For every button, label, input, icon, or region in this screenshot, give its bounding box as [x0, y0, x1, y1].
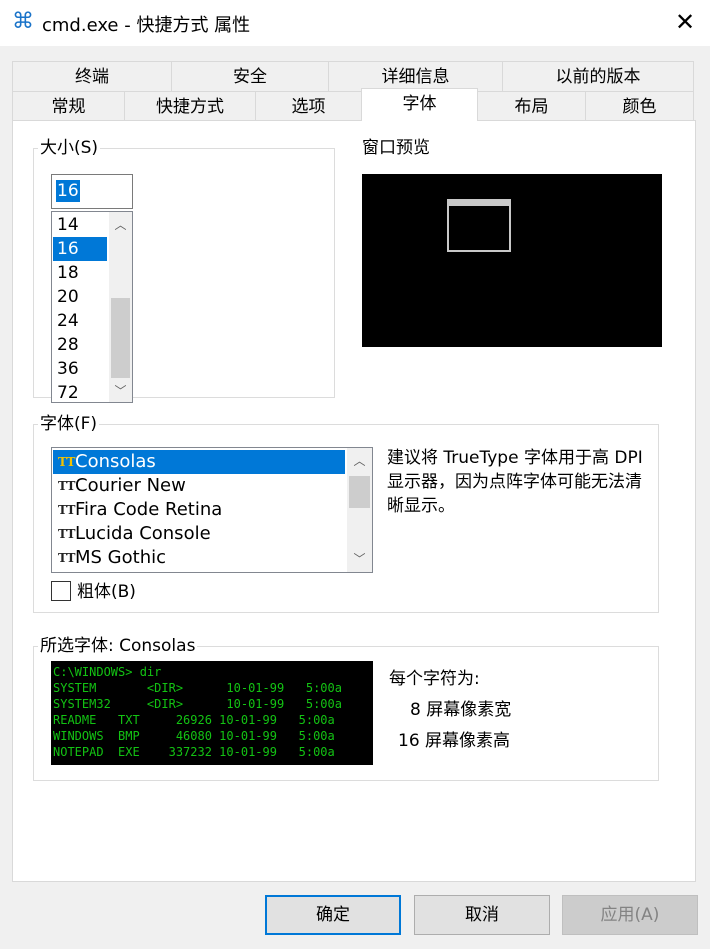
sample-line: WINDOWS BMP 46080 10-01-99 5:00a [53, 729, 335, 743]
sample-line: NOTEPAD EXE 337232 10-01-99 5:00a [53, 745, 335, 759]
chevron-up-icon[interactable]: ︿ [109, 216, 132, 234]
ok-button[interactable]: 确定 [265, 895, 401, 935]
list-item[interactable]: TT Fira Code Retina [53, 498, 345, 522]
truetype-icon: TT [58, 479, 76, 493]
sample-line: SYSTEM <DIR> 10-01-99 5:00a [53, 681, 342, 695]
list-item[interactable]: 72 [53, 381, 107, 402]
char-width: 8 屏幕像素宽 [410, 700, 512, 720]
list-item[interactable]: 24 [53, 309, 107, 333]
close-icon[interactable]: ✕ [660, 0, 710, 46]
preview-window-icon [447, 199, 511, 252]
list-item[interactable]: TT Consolas [53, 450, 345, 474]
size-input[interactable]: 16 [51, 174, 133, 209]
truetype-icon: TT [58, 527, 76, 541]
list-item[interactable]: TT Lucida Console [53, 522, 345, 546]
list-item[interactable]: 36 [53, 357, 107, 381]
size-group-label: 大小(S) [38, 138, 101, 158]
size-input-value: 16 [56, 180, 80, 202]
sample-line: README TXT 26926 10-01-99 5:00a [53, 713, 335, 727]
preview-label: 窗口预览 [362, 138, 430, 158]
window-title: cmd.exe - 快捷方式 属性 [42, 15, 251, 36]
tab-shortcut[interactable]: 快捷方式 [124, 91, 256, 121]
sample-line: C:\WINDOWS> dir [53, 665, 162, 679]
tab-previous-versions[interactable]: 以前的版本 [502, 61, 694, 91]
font-sample: C:\WINDOWS> dir SYSTEM <DIR> 10-01-99 5:0… [51, 661, 373, 765]
bold-checkbox[interactable] [51, 581, 71, 601]
truetype-icon: TT [58, 503, 76, 517]
font-item-label: Consolas [75, 451, 156, 472]
apply-button[interactable]: 应用(A) [562, 895, 698, 935]
tab-terminal[interactable]: 终端 [12, 61, 172, 91]
chevron-up-icon[interactable]: ︿ [347, 452, 372, 470]
scrollbar-thumb[interactable] [349, 476, 370, 508]
truetype-note: 建议将 TrueType 字体用于高 DPI 显示器，因为点阵字体可能无法清晰显… [387, 448, 643, 516]
size-list-scrollbar[interactable]: ︿ ﹀ [109, 212, 132, 402]
tab-details[interactable]: 详细信息 [328, 61, 503, 91]
tab-security[interactable]: 安全 [171, 61, 329, 91]
truetype-icon: TT [58, 455, 76, 469]
preview-window-titlebar [449, 201, 509, 206]
list-item[interactable]: 20 [53, 285, 107, 309]
font-list[interactable]: TT Consolas TT Courier New TT Fira Code Ret… [51, 447, 373, 573]
cancel-button[interactable]: 取消 [414, 895, 550, 935]
list-item[interactable]: 28 [53, 333, 107, 357]
selected-font-label: 所选字体: Consolas [38, 636, 198, 656]
tab-options[interactable]: 选项 [255, 91, 362, 121]
font-item-label: Fira Code Retina [75, 499, 223, 520]
tab-general[interactable]: 常规 [12, 91, 125, 121]
char-height: 16 屏幕像素高 [398, 731, 511, 751]
char-size-label: 每个字符为: [389, 669, 480, 689]
tab-colors[interactable]: 颜色 [585, 91, 694, 121]
font-item-label: MS Gothic [75, 547, 167, 568]
font-item-label: Lucida Console [75, 523, 211, 544]
size-list[interactable]: 14 16 18 20 24 28 36 72 ︿ ﹀ [51, 211, 133, 403]
tab-layout[interactable]: 布局 [477, 91, 586, 121]
sample-line: SYSTEM32 <DIR> 10-01-99 5:00a [53, 697, 342, 711]
list-item[interactable]: 18 [53, 261, 107, 285]
font-group-label: 字体(F) [38, 414, 100, 434]
truetype-icon: TT [58, 551, 76, 565]
chevron-down-icon[interactable]: ﹀ [347, 550, 372, 568]
list-item[interactable]: 16 [53, 237, 107, 261]
bold-label[interactable]: 粗体(B) [77, 581, 136, 603]
chevron-down-icon[interactable]: ﹀ [109, 382, 132, 400]
list-item[interactable]: TT MS Gothic [53, 546, 345, 570]
list-item[interactable]: TT Courier New [53, 474, 345, 498]
scrollbar-thumb[interactable] [111, 298, 130, 378]
font-list-scrollbar[interactable]: ︿ ﹀ [347, 448, 372, 572]
app-icon: ⌘ [12, 9, 34, 34]
title-bar: ⌘ cmd.exe - 快捷方式 属性 ✕ [0, 0, 710, 46]
list-item[interactable]: 14 [53, 213, 107, 237]
window-preview [362, 174, 662, 347]
tab-font[interactable]: 字体 [361, 88, 478, 121]
font-item-label: Courier New [75, 475, 186, 496]
